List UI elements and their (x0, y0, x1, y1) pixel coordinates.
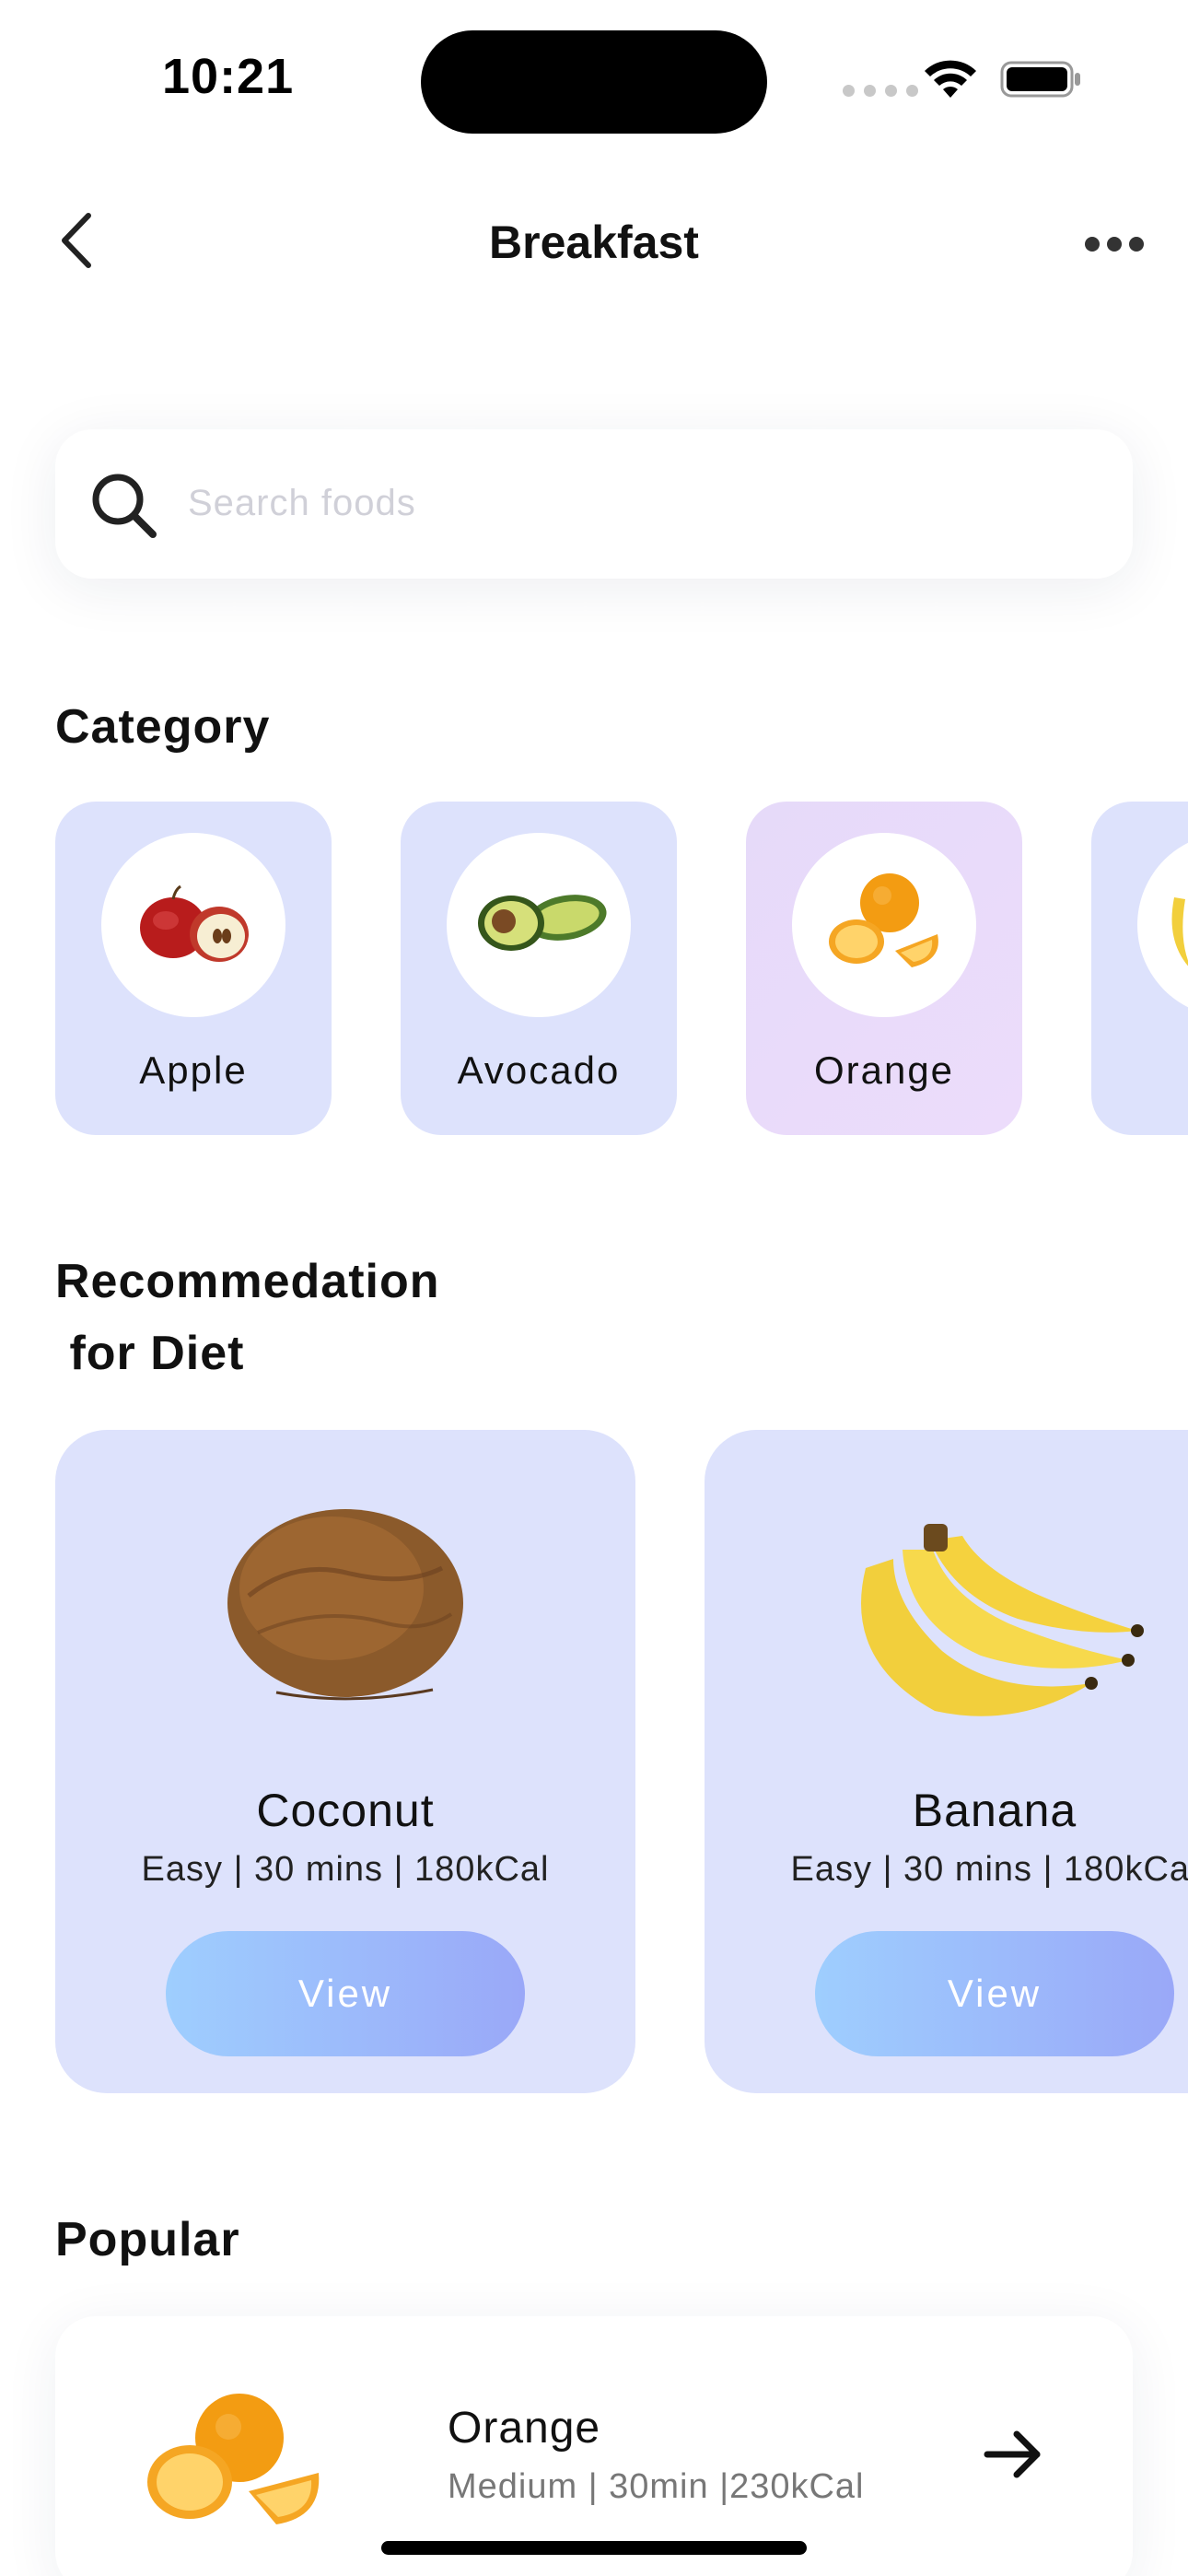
more-horizontal-icon[interactable] (1082, 230, 1147, 258)
status-bar: 10:21 (0, 0, 1188, 147)
search-icon (92, 474, 157, 538)
recommendation-section-title: Recommedation for Diet (55, 1255, 440, 1380)
recommendation-name: Banana (912, 1785, 1077, 1836)
banana-image (705, 1485, 1188, 1725)
wifi-icon (925, 60, 976, 98)
category-item-orange[interactable]: Orange (746, 802, 1022, 1135)
category-item-banana[interactable]: B (1091, 802, 1188, 1135)
cellular-dots-icon (843, 85, 918, 97)
recommendation-list: Coconut Easy | 30 mins | 180kCal View Ba… (0, 1430, 1188, 2093)
category-label: Avocado (457, 1048, 621, 1092)
view-button[interactable]: View (815, 1931, 1174, 2056)
category-label: Apple (139, 1048, 248, 1092)
orange-image (147, 2394, 320, 2524)
page-title: Breakfast (489, 217, 699, 268)
recommendation-card-banana: Banana Easy | 30 mins | 180kCal View (705, 1430, 1188, 2093)
battery-icon (1000, 61, 1080, 98)
home-indicator (381, 2541, 807, 2555)
category-item-apple[interactable]: Apple (55, 802, 332, 1135)
category-list: Apple Avocado Orange (0, 802, 1188, 1135)
avocado-image (447, 833, 631, 1017)
recommendation-name: Coconut (256, 1785, 435, 1836)
banana-image (1137, 833, 1188, 1017)
category-section-title: Category (55, 700, 271, 754)
popular-name: Orange (448, 2404, 601, 2453)
search-input[interactable] (188, 466, 1072, 540)
arrow-right-icon[interactable] (976, 2418, 1050, 2491)
popular-section-title: Popular (55, 2213, 240, 2266)
coconut-image (55, 1485, 635, 1725)
status-time: 10:21 (162, 49, 295, 104)
search-bar[interactable] (55, 429, 1133, 579)
dynamic-island (421, 30, 767, 134)
recommendation-meta: Easy | 30 mins | 180kCal (141, 1850, 550, 1889)
orange-image (792, 833, 976, 1017)
recommendation-card-coconut: Coconut Easy | 30 mins | 180kCal View (55, 1430, 635, 2093)
popular-meta: Medium | 30min |230kCal (448, 2467, 865, 2506)
navigation-header: Breakfast (0, 175, 1188, 304)
category-label: B (1091, 1048, 1188, 1093)
popular-item-orange[interactable]: Orange Medium | 30min |230kCal (55, 2316, 1133, 2576)
view-button[interactable]: View (166, 1931, 525, 2056)
apple-image (101, 833, 285, 1017)
category-item-avocado[interactable]: Avocado (401, 802, 677, 1135)
recommendation-meta: Easy | 30 mins | 180kCal (790, 1850, 1188, 1889)
screen: 10:21 Breakfast Cate (0, 0, 1188, 2576)
category-label: Orange (813, 1048, 955, 1092)
